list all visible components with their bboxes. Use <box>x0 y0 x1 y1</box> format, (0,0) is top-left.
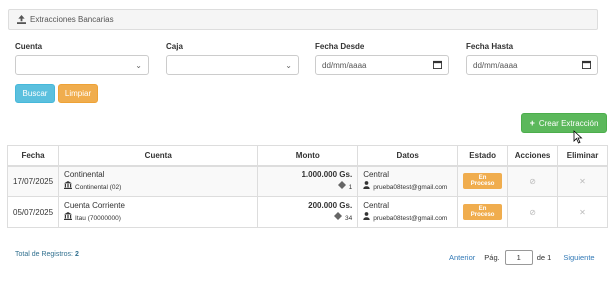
banco-name: Continental (02) <box>75 183 122 191</box>
limpiar-button[interactable]: Limpiar <box>58 84 98 103</box>
bank-icon <box>64 212 73 224</box>
cell-acciones: ⊘ <box>507 165 559 197</box>
ban-icon[interactable]: ⊘ <box>529 177 536 186</box>
anterior-link[interactable]: Anterior <box>449 253 475 262</box>
cuenta-select[interactable]: ⌄ <box>15 55 149 75</box>
cell-monto: 200.000 Gs. 34 <box>257 196 359 228</box>
delete-icon[interactable]: ✕ <box>579 208 586 217</box>
extracciones-table: Fecha Cuenta Monto Datos Estado Acciones… <box>6 145 608 228</box>
cell-datos: Central prueba08test@gmail.com <box>357 165 459 197</box>
cell-datos: Central prueba08test@gmail.com <box>357 196 459 228</box>
header-eliminar: Eliminar <box>557 145 608 167</box>
calendar-icon[interactable] <box>582 60 591 71</box>
total-label: Total de Registros: <box>15 251 73 258</box>
fecha-hasta-placeholder: dd/mm/aaaa <box>473 60 518 70</box>
cuenta-label: Cuenta <box>15 42 43 51</box>
calendar-icon[interactable] <box>433 60 442 71</box>
cell-fecha: 05/07/2025 <box>6 196 60 228</box>
tag-icon <box>337 181 346 193</box>
siguiente-link[interactable]: Siguiente <box>563 253 594 262</box>
cell-eliminar: ✕ <box>557 196 608 228</box>
header-datos: Datos <box>357 145 459 167</box>
mouse-cursor-icon <box>573 130 583 144</box>
usuario-email: prueba08test@gmail.com <box>373 183 448 191</box>
fecha-desde-input[interactable]: dd/mm/aaaa <box>315 55 449 75</box>
caja-label: Caja <box>166 42 183 51</box>
cuenta-name: Continental <box>64 170 105 180</box>
caja-name: Central <box>363 170 389 180</box>
cell-cuenta: Continental Continental (02) <box>58 165 259 197</box>
usuario-email: prueba08test@gmail.com <box>373 214 448 222</box>
header-fecha: Fecha <box>6 145 60 167</box>
cell-fecha: 17/07/2025 <box>6 165 60 197</box>
de-label: de 1 <box>536 253 552 262</box>
total-registros: Total de Registros: 2 <box>15 251 79 258</box>
panel-header: Extracciones Bancarias <box>8 9 598 30</box>
banco-name: Itau (70000000) <box>75 214 121 222</box>
cuenta-name: Cuenta Corriente <box>64 201 125 210</box>
cell-estado: En Proceso <box>457 165 509 197</box>
cell-cuenta: Cuenta Corriente Itau (70000000) <box>58 196 259 228</box>
plus-icon: + <box>529 118 535 128</box>
panel-title: Extracciones Bancarias <box>30 15 114 24</box>
buscar-button[interactable]: Buscar <box>15 84 55 103</box>
table-header-row: Fecha Cuenta Monto Datos Estado Acciones… <box>6 145 608 167</box>
header-acciones: Acciones <box>507 145 559 167</box>
header-estado: Estado <box>457 145 509 167</box>
chevron-down-icon: ⌄ <box>285 60 292 70</box>
status-badge: En Proceso <box>463 173 503 190</box>
caja-select[interactable]: ⌄ <box>166 55 299 75</box>
cantidad-value: 34 <box>344 214 353 222</box>
user-icon <box>363 181 370 193</box>
total-value: 2 <box>74 251 79 258</box>
pagination: Anterior Pág. 1 de 1 Siguiente <box>449 250 595 265</box>
fecha-hasta-input[interactable]: dd/mm/aaaa <box>466 55 598 75</box>
upload-icon <box>17 15 26 24</box>
bank-icon <box>64 181 73 193</box>
caja-name: Central <box>363 201 389 210</box>
status-badge: En Proceso <box>463 204 503 220</box>
table-row: 17/07/2025 Continental Continental (02) … <box>6 165 608 197</box>
cell-estado: En Proceso <box>457 196 509 228</box>
monto-value: 1.000.000 Gs. <box>301 170 353 180</box>
fecha-hasta-label: Fecha Hasta <box>466 42 514 51</box>
delete-icon[interactable]: ✕ <box>579 177 586 186</box>
cell-eliminar: ✕ <box>557 165 608 197</box>
ban-icon[interactable]: ⊘ <box>529 208 536 217</box>
cell-monto: 1.000.000 Gs. 1 <box>257 165 359 197</box>
fecha-desde-label: Fecha Desde <box>315 42 365 51</box>
cell-acciones: ⊘ <box>507 196 559 228</box>
cantidad-value: 1 <box>348 183 353 191</box>
page-input[interactable]: 1 <box>504 250 533 265</box>
table-row: 05/07/2025 Cuenta Corriente Itau (700000… <box>6 196 608 228</box>
fecha-desde-placeholder: dd/mm/aaaa <box>322 60 367 70</box>
header-cuenta: Cuenta <box>58 145 259 167</box>
crear-extraccion-button[interactable]: + Crear Extracción <box>521 113 607 133</box>
header-monto: Monto <box>257 145 359 167</box>
pag-label: Pág. <box>484 253 500 262</box>
monto-value: 200.000 Gs. <box>308 201 353 210</box>
tag-icon <box>333 212 342 224</box>
chevron-down-icon: ⌄ <box>135 60 142 70</box>
user-icon <box>363 212 370 224</box>
crear-extraccion-label: Crear Extracción <box>538 118 599 128</box>
